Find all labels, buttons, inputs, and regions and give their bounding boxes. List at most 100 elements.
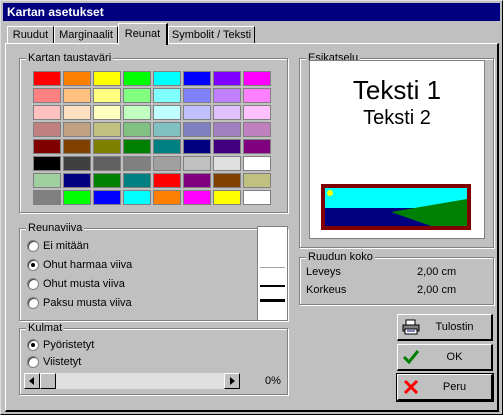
color-swatch[interactable] <box>122 138 152 155</box>
color-swatch[interactable] <box>32 70 62 87</box>
color-swatch[interactable] <box>92 155 122 172</box>
color-swatch[interactable] <box>212 121 242 138</box>
color-swatch[interactable] <box>62 121 92 138</box>
color-swatch[interactable] <box>122 104 152 121</box>
color-swatch[interactable] <box>122 155 152 172</box>
background-color-title: Kartan taustaväri <box>26 52 114 64</box>
radio-button[interactable] <box>27 356 39 368</box>
window-title: Kartan asetukset <box>7 5 104 19</box>
color-swatch[interactable] <box>62 87 92 104</box>
radio-button[interactable] <box>27 297 39 309</box>
corner-radius-slider[interactable] <box>24 373 240 389</box>
slider-value: 0% <box>265 375 281 387</box>
color-swatch[interactable] <box>32 172 62 189</box>
sample-thin-gray-line <box>260 267 285 268</box>
color-swatch[interactable] <box>122 172 152 189</box>
color-swatch[interactable] <box>182 172 212 189</box>
color-swatch[interactable] <box>122 70 152 87</box>
color-swatch[interactable] <box>242 189 272 206</box>
color-swatch[interactable] <box>152 70 182 87</box>
radio-button-checked[interactable] <box>27 339 39 351</box>
color-swatch[interactable] <box>182 155 212 172</box>
slider-thumb[interactable] <box>40 373 56 389</box>
scroll-right-button[interactable] <box>224 373 240 389</box>
color-swatch[interactable] <box>182 104 212 121</box>
color-swatch[interactable] <box>92 138 122 155</box>
color-swatch[interactable] <box>182 87 212 104</box>
dialog-window: Kartan asetukset Ruudut Marginaalit Reun… <box>0 0 503 415</box>
tab-ruudut[interactable]: Ruudut <box>7 26 54 44</box>
radio-button[interactable] <box>27 278 39 290</box>
color-swatch[interactable] <box>242 172 272 189</box>
print-button-label: Tulostin <box>435 321 474 333</box>
color-swatch[interactable] <box>62 155 92 172</box>
checkmark-icon <box>402 350 420 365</box>
color-swatch[interactable] <box>242 104 272 121</box>
color-swatch[interactable] <box>152 104 182 121</box>
color-swatch[interactable] <box>152 189 182 206</box>
color-swatch[interactable] <box>212 189 242 206</box>
color-swatch[interactable] <box>182 70 212 87</box>
red-x-icon <box>403 379 419 395</box>
cancel-button[interactable]: Peru <box>396 373 494 402</box>
color-swatch[interactable] <box>62 70 92 87</box>
color-swatch[interactable] <box>212 70 242 87</box>
color-swatch[interactable] <box>212 172 242 189</box>
color-swatch[interactable] <box>182 138 212 155</box>
color-swatch[interactable] <box>32 155 62 172</box>
color-swatch[interactable] <box>92 104 122 121</box>
color-swatch[interactable] <box>32 104 62 121</box>
color-swatch[interactable] <box>62 172 92 189</box>
color-swatch[interactable] <box>122 121 152 138</box>
cell-size-title: Ruudun koko <box>306 251 375 263</box>
ok-button[interactable]: OK <box>397 344 493 371</box>
radio-button-checked[interactable] <box>27 259 39 271</box>
tab-reunat[interactable]: Reunat <box>118 23 168 45</box>
sample-thick-black-line <box>260 299 285 302</box>
color-swatch[interactable] <box>242 155 272 172</box>
color-swatch-grid <box>32 70 272 206</box>
color-swatch[interactable] <box>92 121 122 138</box>
print-button[interactable]: Tulostin <box>397 314 493 341</box>
color-swatch[interactable] <box>242 87 272 104</box>
color-swatch[interactable] <box>242 121 272 138</box>
ok-button-label: OK <box>446 351 463 363</box>
color-swatch[interactable] <box>242 138 272 155</box>
color-swatch[interactable] <box>32 121 62 138</box>
color-swatch[interactable] <box>182 189 212 206</box>
color-swatch[interactable] <box>152 138 182 155</box>
width-value: 2,00 cm <box>417 266 457 278</box>
color-swatch[interactable] <box>32 87 62 104</box>
sample-thin-black-line <box>260 285 285 287</box>
color-swatch[interactable] <box>152 155 182 172</box>
color-swatch[interactable] <box>242 70 272 87</box>
color-swatch[interactable] <box>152 121 182 138</box>
width-label: Leveys <box>306 266 341 278</box>
color-swatch[interactable] <box>212 87 242 104</box>
color-swatch[interactable] <box>182 121 212 138</box>
color-swatch[interactable] <box>212 104 242 121</box>
color-swatch[interactable] <box>62 189 92 206</box>
tab-marginaalit[interactable]: Marginaalit <box>54 26 118 44</box>
color-swatch[interactable] <box>62 138 92 155</box>
color-swatch[interactable] <box>62 104 92 121</box>
color-swatch[interactable] <box>152 87 182 104</box>
color-swatch[interactable] <box>32 189 62 206</box>
color-swatch[interactable] <box>122 189 152 206</box>
title-bar: Kartan asetukset <box>3 3 500 21</box>
color-swatch[interactable] <box>122 87 152 104</box>
color-swatch[interactable] <box>92 172 122 189</box>
color-swatch[interactable] <box>92 70 122 87</box>
color-swatch[interactable] <box>152 172 182 189</box>
color-swatch[interactable] <box>32 138 62 155</box>
color-swatch[interactable] <box>92 189 122 206</box>
height-value: 2,00 cm <box>417 284 457 296</box>
radio-button[interactable] <box>27 240 39 252</box>
tab-symbolit-teksti[interactable]: Symbolit / Teksti <box>168 26 255 44</box>
preview-canvas: Teksti 1 Teksti 2 <box>309 60 485 239</box>
scroll-left-button[interactable] <box>24 373 40 389</box>
color-swatch[interactable] <box>212 138 242 155</box>
corners-title: Kulmat <box>26 322 65 334</box>
color-swatch[interactable] <box>212 155 242 172</box>
color-swatch[interactable] <box>92 87 122 104</box>
